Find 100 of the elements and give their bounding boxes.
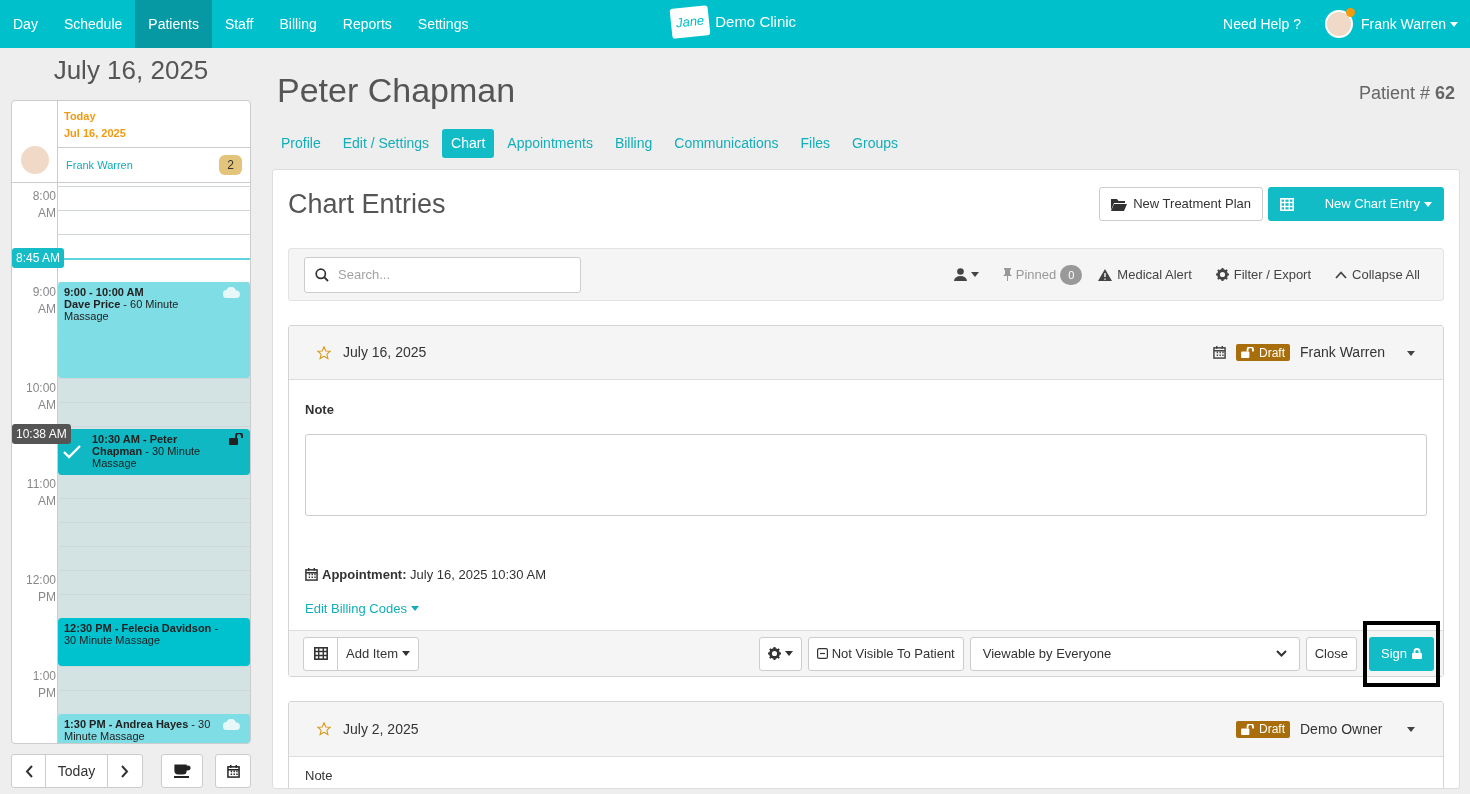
chevron-up-icon [1335,270,1348,279]
hour-label: 1:00 [31,668,56,685]
caret-icon [402,651,411,656]
patient-tab[interactable]: Communications [665,129,788,158]
calendar-icon [305,568,318,581]
cloud-icon [223,719,240,730]
appointment-text: 1:30 PM - Andrea Hayes - 30 Minute Massage [64,718,212,742]
entry-author: Demo Owner [1300,719,1384,739]
patient-tab[interactable]: Appointments [498,129,602,158]
entry-date[interactable]: July 16, 2025 [343,342,427,363]
draft-badge: Draft [1236,720,1290,738]
edit-billing-codes-link[interactable]: Edit Billing Codes [305,598,419,630]
settings-icon [1215,268,1229,281]
visibility-button[interactable]: Not Visible To Patient [807,636,964,671]
nav-tab[interactable]: Settings [404,0,482,48]
viewable-select[interactable]: Viewable by Everyone [969,636,1300,671]
nav-tab[interactable]: Billing [266,0,330,48]
nav-tab[interactable]: Reports [329,0,405,48]
break-button[interactable] [161,754,203,788]
period-label: PM [37,685,56,702]
appointment-block[interactable]: 9:00 - 10:00 AM Dave Price - 60 Minute Massage [58,282,250,378]
pin-icon [1002,268,1012,281]
calendar-icon [226,764,240,778]
staff-name[interactable]: Frank Warren [66,156,133,174]
appointment-block[interactable]: 1:30 PM - Andrea Hayes - 30 Minute Massage [58,714,250,743]
patient-tab[interactable]: Chart [442,129,495,158]
unlocked-padlock-icon [229,433,244,445]
appointment-text: 10:30 AM - Peter Chapman - 30 Minute Massage [92,433,202,469]
period-label: AM [37,301,56,318]
entry-date[interactable]: July 2, 2025 [343,718,419,740]
calendar-date: July 16, 2025 [52,54,210,87]
settings-button[interactable] [758,636,802,671]
chevron-down-icon [1275,650,1287,657]
folder-icon [1111,197,1128,211]
settings-icon [767,647,781,660]
hour-label: 12:00 [24,572,56,589]
filter-export-button[interactable]: Filter / Export [1215,264,1312,285]
user-menu[interactable]: Frank Warren [1360,13,1458,35]
hour-label: 8:00 [31,188,56,205]
staff-filter-button[interactable] [953,268,979,281]
patient-name: Peter Chapman [277,70,516,110]
patient-tab[interactable]: Edit / Settings [333,129,439,158]
patient-tab[interactable]: Billing [605,129,662,158]
caret-icon [1407,350,1415,356]
appointment-info: Appointment: July 16, 2025 10:30 AM [322,565,546,584]
padlock-icon [1412,648,1422,659]
avatar [20,146,49,174]
search-icon [315,267,329,282]
star-icon[interactable] [317,345,331,360]
appointment-time: 9:00 - 10:00 AM [64,286,145,298]
medical-alert-button[interactable]: Medical Alert [1098,264,1192,285]
coffee-cup-icon [173,764,191,778]
clinic-name: Demo Clinic [715,11,797,32]
nav-tab[interactable]: Schedule [50,0,136,48]
hour-label: 10:00 [24,380,56,397]
patient-tab[interactable]: Groups [843,129,908,158]
warning-icon [1098,268,1113,281]
caret-icon [1424,201,1432,207]
unlocked-padlock-icon [1241,347,1255,358]
caret-icon [784,651,793,656]
appointment-text: 12:30 PM - Felecia Davidson - 30 Minute Massage [64,622,220,646]
nav-tab[interactable]: Staff [211,0,267,48]
table-icon [313,647,328,660]
pinned-button[interactable]: Pinned 0 [1002,264,1083,285]
person-icon [953,268,967,281]
day-label: Jul 16, 2025 [64,126,127,141]
period-label: PM [37,589,56,606]
patient-tab[interactable]: Files [791,129,840,158]
sign-button[interactable]: Sign [1368,636,1434,671]
caret-icon [970,272,979,277]
close-button[interactable]: Close [1305,636,1357,671]
chart-entries-title: Chart Entries [288,188,446,221]
new-chart-entry-button[interactable]: New Chart Entry [1268,187,1444,221]
chevron-right-icon [121,764,129,778]
appointment-block[interactable]: 12:30 PM - Felecia Davidson - 30 Minute Massage [58,618,250,666]
search-field[interactable]: Search... [304,256,581,293]
today-label: Today [64,109,97,124]
note-label: Note [305,401,335,419]
appointment-count: 2 [219,155,242,175]
hour-label: 11:00 [25,476,56,493]
pinned-count: 0 [1060,264,1083,285]
unlocked-padlock-icon [1241,723,1255,735]
star-icon[interactable] [317,722,331,736]
new-treatment-plan-button[interactable]: New Treatment Plan [1099,187,1263,221]
period-label: AM [37,397,56,414]
note-field[interactable] [305,433,1427,516]
period-label: AM [37,493,56,510]
collapse-all-button[interactable]: Collapse All [1335,264,1420,285]
patient-tab[interactable]: Profile [272,129,330,158]
table-icon [1280,197,1294,211]
patient-number: Patient # 62 [1358,82,1455,105]
cloud-icon [223,287,240,298]
clinic-logo[interactable]: Jane [669,5,711,39]
draft-badge: Draft [1236,344,1290,361]
caret-icon [410,605,419,611]
nav-tab[interactable]: Patients [135,0,212,48]
calendar-button[interactable] [215,754,251,788]
hour-label: 9:00 [31,284,56,301]
help-link[interactable]: Need Help ? [1223,13,1301,35]
nav-tab[interactable]: Day [0,0,51,48]
